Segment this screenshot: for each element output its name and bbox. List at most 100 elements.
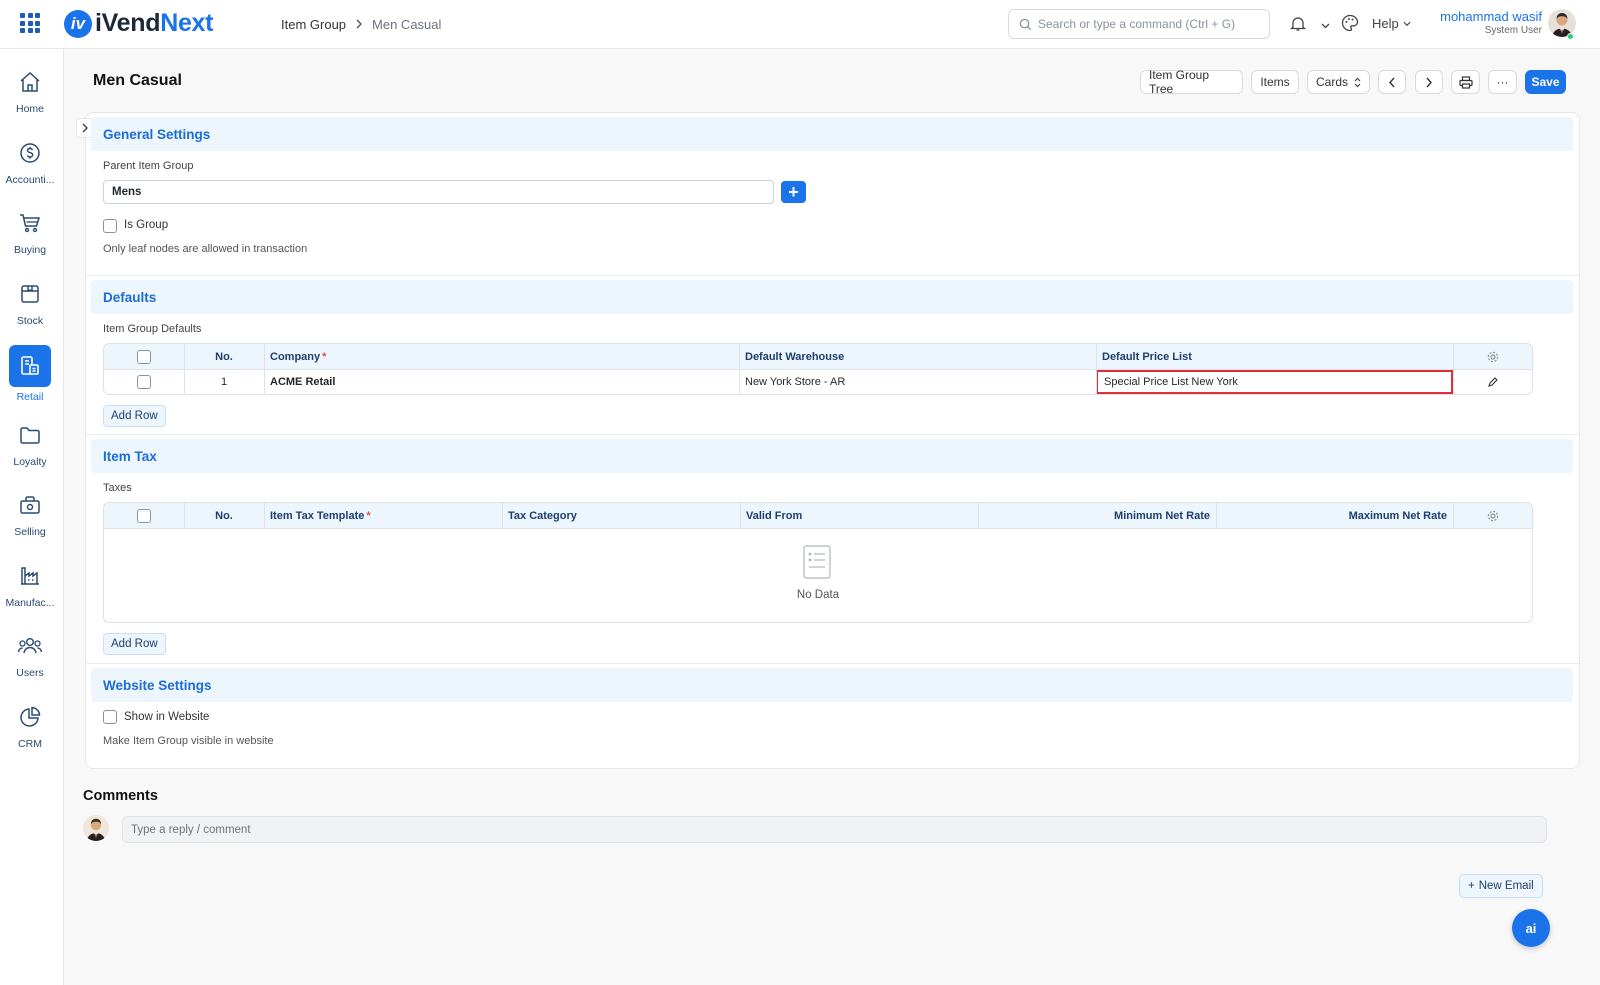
- page-title: Men Casual: [93, 72, 182, 89]
- table-header: No. Item Tax Template * Tax Category Vali…: [104, 503, 1532, 529]
- sidebar-item-label: Home: [15, 103, 44, 115]
- col-default-warehouse: Default Warehouse: [745, 350, 845, 363]
- bag-icon: [0, 492, 60, 518]
- app-logo[interactable]: iv iVendNext: [64, 9, 213, 38]
- section-defaults[interactable]: Defaults: [91, 280, 1573, 314]
- item-group-defaults-label: Item Group Defaults: [103, 323, 202, 335]
- taxes-table: No. Item Tax Template * Tax Category Vali…: [103, 502, 1533, 623]
- row-default-price-list[interactable]: Special Price List New York: [1096, 370, 1453, 394]
- new-email-label: New Email: [1478, 880, 1534, 892]
- sidebar-item-users[interactable]: Users: [0, 633, 60, 679]
- breadcrumb-parent[interactable]: Item Group: [281, 17, 346, 32]
- cart-icon: [0, 210, 60, 236]
- sidebar-item-crm[interactable]: CRM: [0, 704, 60, 750]
- row-select-cell: [104, 370, 184, 394]
- cards-label: Cards: [1316, 75, 1349, 89]
- section-website-settings[interactable]: Website Settings: [91, 668, 1573, 702]
- empty-list-icon: [803, 545, 831, 582]
- show-in-website-label: Show in Website: [124, 711, 210, 723]
- parent-item-group-field[interactable]: Mens: [103, 180, 774, 204]
- user-name: mohammad wasif: [1440, 9, 1542, 24]
- col-minimum-net-rate: Minimum Net Rate: [1114, 509, 1210, 522]
- item-group-defaults-table: No. Company * Default Warehouse Default P…: [103, 343, 1533, 395]
- item-group-tree-button[interactable]: Item Group Tree: [1140, 68, 1243, 96]
- sidebar-item-accounting[interactable]: Accounti...: [0, 140, 60, 186]
- new-email-button[interactable]: + New Email: [1459, 874, 1543, 898]
- bell-icon[interactable]: [1289, 15, 1307, 35]
- col-valid-from: Valid From: [746, 509, 803, 522]
- add-parent-button[interactable]: +: [781, 181, 806, 203]
- section-divider: [86, 434, 1579, 435]
- user-role: System User: [1484, 25, 1542, 36]
- online-status-dot: [1567, 33, 1574, 40]
- top-navbar: iv iVendNext Item Group Men Casual Searc…: [0, 0, 1600, 49]
- next-button[interactable]: [1415, 70, 1443, 94]
- breadcrumb-current[interactable]: Men Casual: [372, 17, 441, 32]
- col-no: No.: [215, 350, 233, 363]
- gear-icon[interactable]: [1453, 503, 1532, 528]
- edit-icon[interactable]: [1453, 370, 1532, 394]
- chevron-right-icon: [355, 17, 363, 32]
- search-input[interactable]: Search or type a command (Ctrl + G): [1008, 9, 1270, 39]
- sidebar-item-label: Buying: [13, 244, 47, 256]
- select-all-checkbox[interactable]: [137, 508, 151, 523]
- col-default-price-list: Default Price List: [1102, 350, 1192, 363]
- items-button[interactable]: Items: [1251, 70, 1299, 94]
- ai-assistant-button[interactable]: ai: [1512, 909, 1550, 947]
- table-row[interactable]: 1 ACME Retail New York Store - AR Specia…: [104, 370, 1532, 394]
- sidebar-item-label: CRM: [18, 738, 42, 750]
- user-menu[interactable]: mohammad wasif System User: [1435, 9, 1542, 36]
- chevron-right-icon: [82, 123, 88, 133]
- is-group-label: Is Group: [124, 219, 169, 231]
- select-all-checkbox[interactable]: [137, 349, 151, 364]
- sidebar-item-stock[interactable]: Stock: [0, 281, 60, 327]
- palette-icon[interactable]: [1341, 14, 1359, 35]
- more-menu-button[interactable]: ···: [1488, 70, 1517, 94]
- is-group-hint: Only leaf nodes are allowed in transacti…: [103, 243, 308, 255]
- home-icon: [0, 69, 60, 95]
- sidebar-item-buying[interactable]: Buying: [0, 210, 60, 256]
- add-row-defaults-button[interactable]: Add Row: [103, 405, 166, 427]
- is-group-checkbox[interactable]: [103, 219, 117, 233]
- save-button[interactable]: Save: [1525, 70, 1566, 94]
- gear-icon[interactable]: [1453, 344, 1532, 369]
- sidebar-item-label: Stock: [16, 315, 44, 327]
- factory-icon: [0, 563, 60, 589]
- sidebar-item-manufacturing[interactable]: Manufac...: [0, 563, 60, 609]
- logo-mark: iv: [64, 9, 92, 38]
- logo-text: iVendNext: [95, 9, 214, 37]
- col-maximum-net-rate: Maximum Net Rate: [1348, 509, 1447, 522]
- parent-item-group-label: Parent Item Group: [103, 160, 194, 172]
- sidebar-item-selling[interactable]: Selling: [0, 492, 60, 538]
- sidebar-item-label: Users: [16, 667, 44, 679]
- row-default-warehouse[interactable]: New York Store - AR: [739, 370, 1096, 394]
- sidebar: Home Accounti... Buying Stock Retail Loy…: [0, 49, 64, 985]
- sidebar-item-home[interactable]: Home: [0, 69, 60, 115]
- show-in-website-checkbox[interactable]: [103, 710, 117, 724]
- section-item-tax[interactable]: Item Tax: [91, 439, 1573, 473]
- print-button[interactable]: [1451, 70, 1480, 94]
- row-checkbox[interactable]: [137, 375, 151, 389]
- apps-grid-icon[interactable]: [20, 13, 40, 33]
- row-company[interactable]: ACME Retail: [264, 370, 739, 394]
- main-content: Men Casual Item Group Tree Items Cards ·…: [65, 49, 1600, 985]
- sidebar-item-label: Selling: [14, 526, 46, 538]
- previous-button[interactable]: [1378, 70, 1406, 94]
- avatar: [83, 815, 109, 841]
- comment-input[interactable]: Type a reply / comment: [122, 816, 1547, 843]
- help-menu[interactable]: Help: [1372, 16, 1411, 31]
- pie-icon: [0, 704, 60, 730]
- add-row-taxes-button[interactable]: Add Row: [103, 633, 166, 655]
- col-no: No.: [215, 509, 233, 522]
- section-general-settings[interactable]: General Settings: [91, 117, 1573, 151]
- chevron-down-icon[interactable]: [1321, 18, 1330, 32]
- breadcrumb: Item Group Men Casual: [281, 17, 441, 32]
- folder-icon: [0, 422, 60, 448]
- sidebar-item-loyalty[interactable]: Loyalty: [0, 422, 60, 468]
- comment-placeholder: Type a reply / comment: [131, 823, 251, 836]
- sidebar-item-retail[interactable]: Retail: [0, 345, 60, 403]
- sidebar-item-label: Loyalty: [13, 456, 47, 468]
- section-divider: [86, 663, 1579, 664]
- cards-dropdown[interactable]: Cards: [1307, 70, 1370, 94]
- search-placeholder: Search or type a command (Ctrl + G): [1038, 17, 1236, 31]
